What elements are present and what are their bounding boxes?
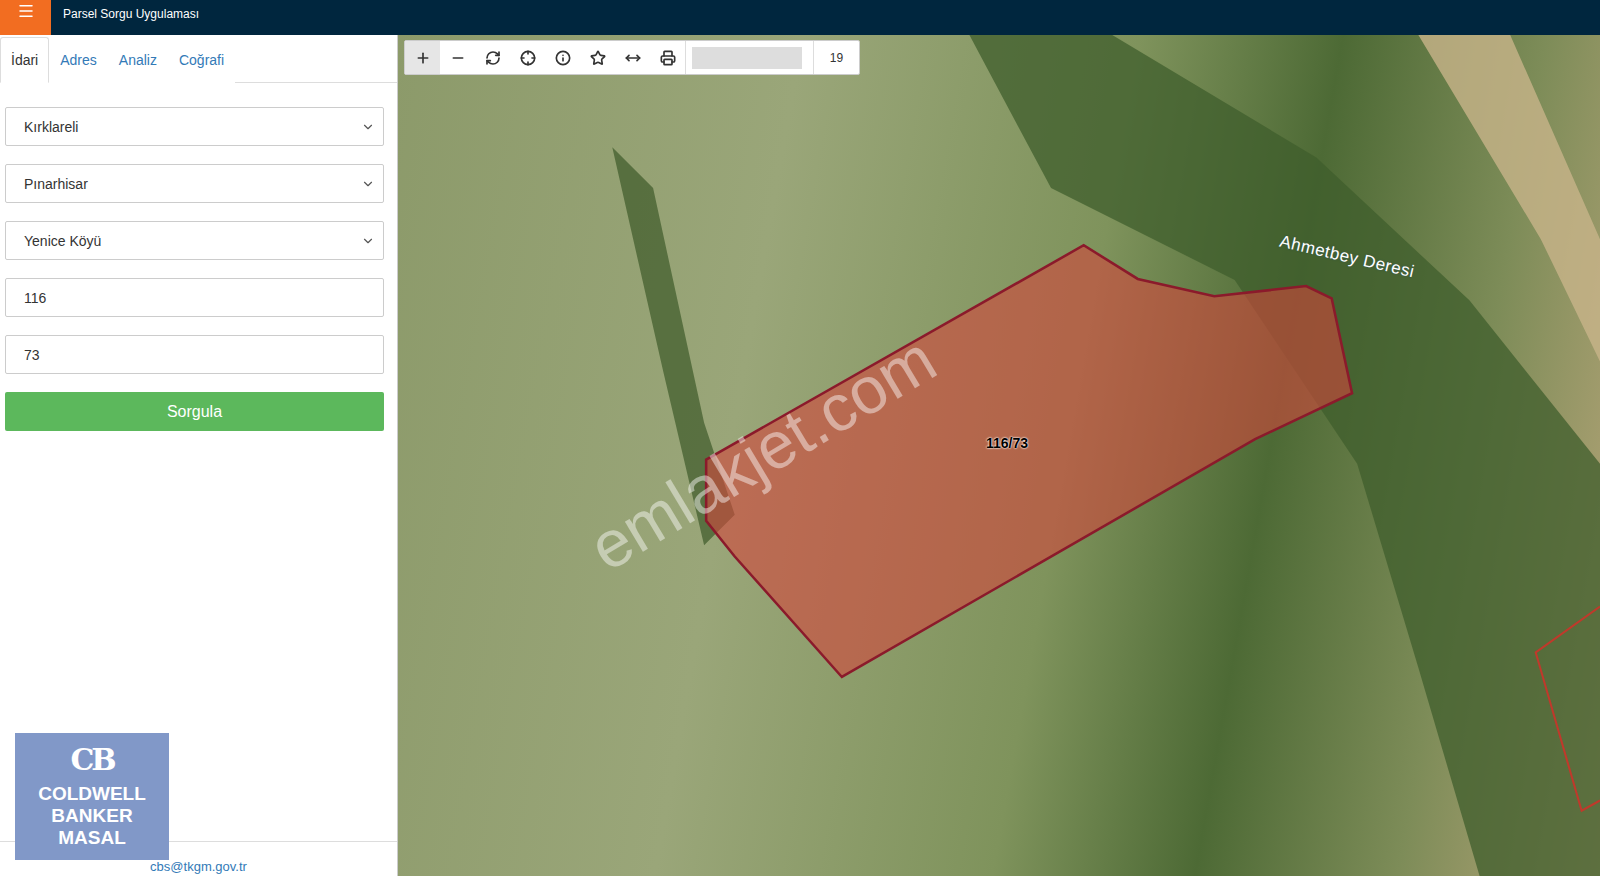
parcel-label: 116/73 bbox=[986, 435, 1028, 451]
parcel-polygon[interactable] bbox=[706, 245, 1352, 677]
info-icon bbox=[555, 50, 571, 66]
chevron-down-icon bbox=[361, 177, 375, 191]
logo-monogram: CB bbox=[70, 745, 113, 775]
menu-icon bbox=[17, 2, 35, 20]
menu-button[interactable] bbox=[0, 0, 51, 35]
logo-line: BANKER bbox=[51, 805, 132, 827]
print-icon bbox=[660, 50, 676, 66]
refresh-button[interactable] bbox=[475, 41, 510, 74]
select-field[interactable]: Kırklareli bbox=[5, 107, 384, 146]
zoom-level: 19 bbox=[813, 41, 859, 74]
measure-button[interactable] bbox=[615, 41, 650, 74]
tab[interactable]: İdari bbox=[0, 37, 49, 83]
query-form: Kırklareli Pınarhisar Yenice Köyü 116 73 Sorg… bbox=[0, 83, 397, 431]
measure-icon bbox=[625, 50, 641, 66]
tab[interactable]: Coğrafi bbox=[168, 37, 235, 83]
select-field[interactable]: Yenice Köyü bbox=[5, 221, 384, 260]
logo-line: COLDWELL bbox=[38, 783, 146, 805]
zoom-in-button[interactable] bbox=[405, 41, 440, 74]
tab-row: İdariAdresAnalizCoğrafi bbox=[0, 35, 397, 83]
map-drawing bbox=[398, 35, 1600, 876]
map-toolbar: 19 bbox=[404, 40, 860, 75]
text-input[interactable]: 116 bbox=[5, 278, 384, 317]
tab[interactable]: Adres bbox=[49, 37, 108, 83]
agency-logo: CB COLDWELLBANKERMASAL bbox=[15, 733, 169, 860]
refresh-icon bbox=[485, 50, 501, 66]
blurred-value bbox=[692, 47, 802, 69]
print-button[interactable] bbox=[650, 41, 685, 74]
map[interactable]: 19Ahmetbey Deresi116/73emlakjet.com bbox=[398, 35, 1600, 876]
logo-line: MASAL bbox=[58, 827, 126, 849]
chevron-down-icon bbox=[361, 120, 375, 134]
locate-button[interactable] bbox=[510, 41, 545, 74]
info-button[interactable] bbox=[545, 41, 580, 74]
footer-email[interactable]: cbs@tkgm.gov.tr bbox=[150, 859, 247, 874]
page: Parsel Sorgu UygulamasıİdariAdresAnalizC… bbox=[0, 0, 1600, 876]
zoom-out-icon bbox=[450, 50, 466, 66]
top-bar: Parsel Sorgu Uygulaması bbox=[0, 0, 1600, 35]
favorite-button[interactable] bbox=[580, 41, 615, 74]
select-field[interactable]: Pınarhisar bbox=[5, 164, 384, 203]
locate-icon bbox=[520, 50, 536, 66]
tab[interactable]: Analiz bbox=[108, 37, 168, 83]
text-input[interactable]: 73 bbox=[5, 335, 384, 374]
app-title: Parsel Sorgu Uygulaması bbox=[51, 0, 199, 35]
chevron-down-icon bbox=[361, 234, 375, 248]
submit-button[interactable]: Sorgula bbox=[5, 392, 384, 431]
body: İdariAdresAnalizCoğrafi Kırklareli Pınarhi… bbox=[0, 35, 1600, 876]
zoom-in-icon bbox=[415, 50, 431, 66]
favorite-icon bbox=[590, 50, 606, 66]
sidebar: İdariAdresAnalizCoğrafi Kırklareli Pınarhi… bbox=[0, 35, 398, 876]
watermark: emlakjet.com bbox=[576, 320, 948, 585]
coordinate-field[interactable] bbox=[685, 41, 813, 74]
zoom-out-button[interactable] bbox=[440, 41, 475, 74]
